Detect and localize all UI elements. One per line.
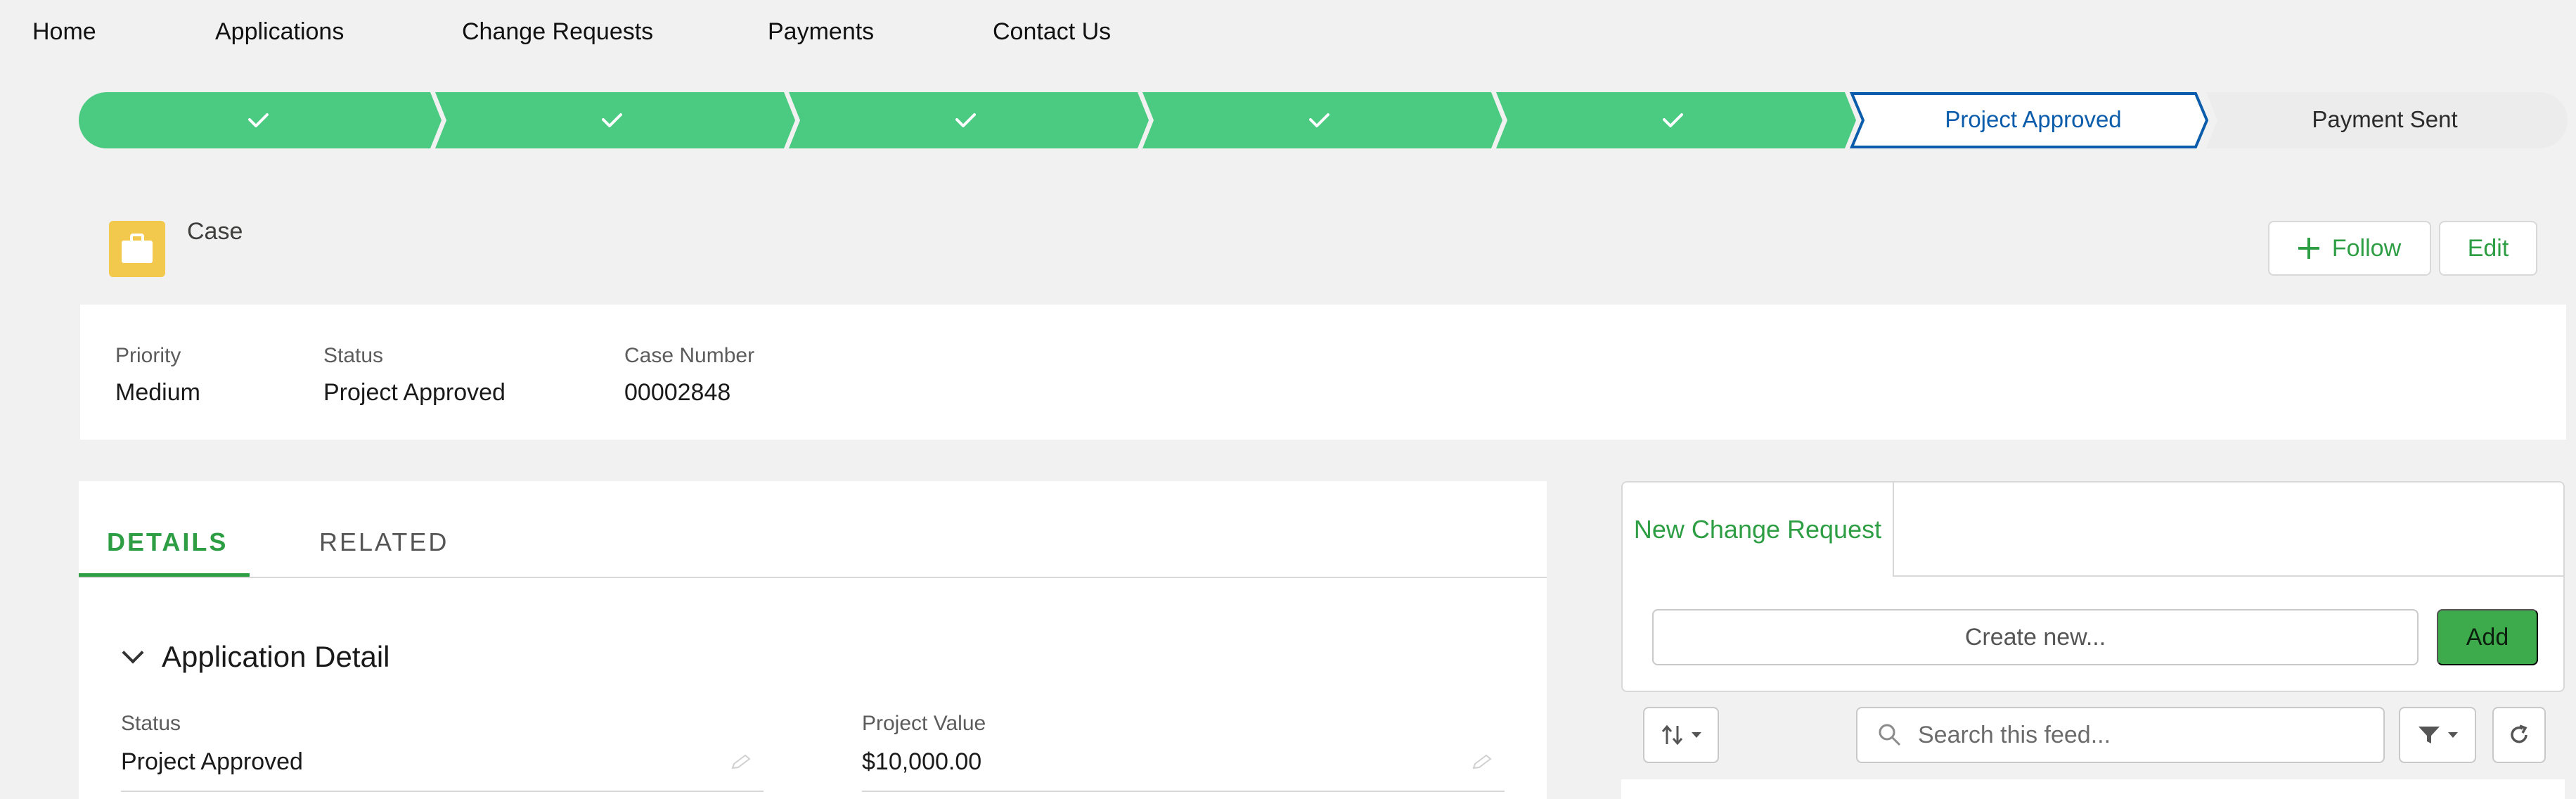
nav-link-applications[interactable]: Applications [215,18,344,46]
section-header-application-detail[interactable]: Application Detail [117,640,390,674]
feed-refresh-button[interactable] [2492,707,2546,763]
record-object-label: Case [187,218,243,245]
search-icon [1879,724,1901,746]
tab-related[interactable]: RELATED [319,528,449,557]
feed-filter-button[interactable] [2399,707,2476,763]
nav-link-contact-us[interactable]: Contact Us [993,18,1111,46]
add-button[interactable]: Add [2437,609,2538,665]
top-nav: Home Applications Change Requests Paymen… [0,0,2576,68]
highlight-label-priority: Priority [115,344,181,367]
edit-pencil-icon[interactable] [1471,754,1495,771]
details-card: DETAILS RELATED Application Detail Statu… [79,481,1547,799]
tab-divider [79,577,1547,578]
plus-icon [2298,238,2319,259]
highlight-label-status: Status [323,344,384,367]
field-value-status: Project Approved [121,748,303,775]
nav-link-change-requests[interactable]: Change Requests [462,18,653,46]
highlight-value-case-number: 00002848 [624,379,731,406]
edit-pencil-icon[interactable] [730,754,754,771]
highlight-value-priority: Medium [115,379,200,406]
sort-icon [1661,724,1683,746]
field-underline [121,791,764,792]
section-title: Application Detail [162,640,390,673]
follow-button[interactable]: Follow [2268,221,2431,276]
chevron-down-icon [122,641,144,664]
path-current-stage-label: Project Approved [1945,106,2122,132]
tab-details[interactable]: DETAILS [107,528,228,557]
field-label-project-value: Project Value [862,712,986,735]
create-new-input[interactable]: Create new... [1652,609,2419,665]
follow-button-label: Follow [2331,234,2402,262]
refresh-icon [2511,724,2527,743]
highlight-value-status: Project Approved [323,379,505,406]
feed-list [1621,779,2565,799]
feed-sort-button[interactable] [1643,707,1719,763]
edit-button[interactable]: Edit [2439,221,2537,276]
publisher-panel: New Change Request Create new... Add [1621,481,2565,692]
caret-down-icon [1692,732,1701,738]
field-value-project-value: $10,000.00 [862,748,982,775]
tab-new-change-request[interactable]: New Change Request [1623,482,1894,577]
feed-search-placeholder: Search this feed... [1918,721,2111,748]
path-next-stage-label: Payment Sent [2312,106,2458,132]
field-underline [862,791,1505,792]
publisher-divider [1894,575,2565,577]
nav-link-payments[interactable]: Payments [768,18,874,46]
briefcase-icon [109,221,165,277]
feed-search-input[interactable]: Search this feed... [1856,707,2385,763]
path-progress: Project Approved Payment Sent [79,92,2568,148]
nav-link-home[interactable]: Home [32,18,96,46]
highlight-label-case-number: Case Number [624,344,755,367]
filter-icon [2419,727,2440,743]
highlights-panel: Priority Medium Status Project Approved … [80,305,2566,440]
caret-down-icon [2448,732,2458,738]
field-label-status: Status [121,712,181,735]
